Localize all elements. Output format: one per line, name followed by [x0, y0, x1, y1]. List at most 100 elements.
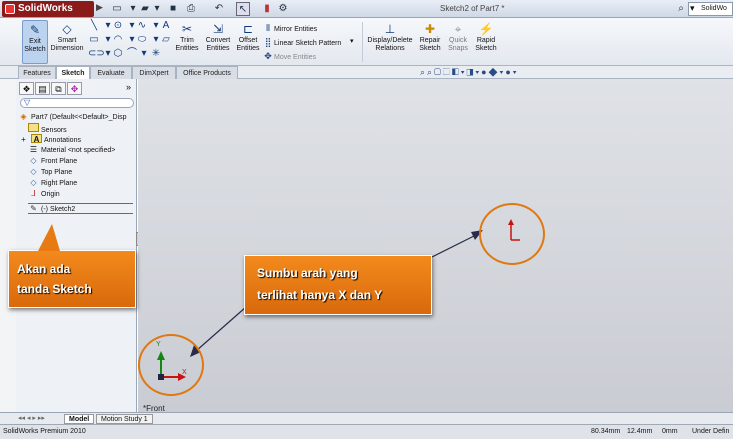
tree-item-annotations[interactable]: + A Annotations [18, 134, 81, 145]
tree-root-part[interactable]: ◈ Part7 (Default<<Default>_Disp [18, 112, 127, 123]
offset-icon: ⊏ [242, 22, 254, 36]
expand-icon[interactable]: + [18, 135, 29, 144]
annotations-icon: A [31, 134, 42, 144]
rapid-sketch-button[interactable]: ⚡ Rapid Sketch [474, 20, 498, 64]
status-sketch-state: Under Defin [692, 428, 730, 435]
tree-item-material[interactable]: ☰ Material <not specified> [28, 145, 115, 156]
rebuild-icon[interactable]: ▮ [260, 2, 274, 16]
display-delete-relations-button[interactable]: ⊥ Display/Delete Relations [366, 20, 414, 64]
offset-entities-button[interactable]: ⊏ Offset Entities [236, 20, 260, 64]
tab-model[interactable]: Model [64, 414, 95, 424]
select-icon[interactable]: ↖ [236, 2, 250, 16]
search-icon[interactable]: ⌕ [674, 2, 688, 16]
highlight-circle-origin [479, 203, 545, 265]
callout-text: terlihat hanya X dan Y [257, 288, 383, 302]
new-document-icon[interactable]: ▭ [110, 2, 124, 16]
filter-input[interactable]: ▽ [20, 98, 134, 108]
trim-entities-button[interactable]: ✂ Trim Entities [174, 20, 200, 64]
part-icon: ◈ [20, 112, 27, 121]
tab-scroll-arrows-icon[interactable]: ◂◂ ◂ ▸ ▸▸ [18, 414, 45, 422]
tree-item-right-plane[interactable]: ◇ Right Plane [28, 178, 77, 189]
callout-text: tanda Sketch [17, 282, 92, 296]
toolbar-divider [362, 22, 363, 62]
linear-sketch-pattern-button[interactable]: ⣿ Linear Sketch Pattern [262, 36, 342, 48]
mirror-entities-button[interactable]: ⫴ Mirror Entities [262, 22, 317, 34]
convert-entities-label: Convert Entities [205, 37, 231, 52]
arc-icon[interactable]: ◠ [112, 34, 124, 46]
tree-item-top-plane[interactable]: ◇ Top Plane [28, 167, 72, 178]
pattern-dropdown-icon[interactable]: ▾ [350, 36, 354, 48]
tree-item-sketch2[interactable]: ✎ (-) Sketch2 [28, 203, 133, 214]
bottom-tab-bar: ◂◂ ◂ ▸ ▸▸ Model Motion Study 1 [0, 412, 733, 424]
circle-icon[interactable]: ⊙ [112, 20, 124, 32]
undo-icon[interactable]: ↶ [212, 2, 226, 16]
move-entities-button[interactable]: ✥ Move Entities [262, 50, 316, 62]
tree-item-label: Origin [41, 191, 60, 198]
print-icon[interactable]: ⎙ [184, 2, 198, 16]
smart-dimension-icon: ◇ [62, 22, 72, 36]
spline-icon[interactable]: ∿ [136, 20, 148, 32]
property-manager-icon[interactable]: ▤ [35, 82, 50, 95]
fillet-dropdown-icon[interactable]: ▾ [138, 48, 150, 60]
smart-dimension-button[interactable]: ◇ Smart Dimension [50, 20, 84, 64]
save-icon[interactable]: ■ [166, 2, 180, 16]
tab-office-products[interactable]: Office Products [176, 66, 238, 79]
tree-item-label: Annotations [44, 137, 81, 144]
status-bar: SolidWorks Premium 2010 80.34mm 12.4mm 0… [0, 424, 733, 439]
callout-sketch-mark: Akan ada tanda Sketch [8, 250, 136, 308]
logo-text: SolidWorks [18, 3, 73, 14]
menu-arrow-icon[interactable]: ▶ [96, 2, 104, 16]
tree-item-label: Top Plane [41, 169, 73, 176]
feature-tree-icon[interactable]: ❖ [19, 82, 34, 95]
repair-icon: ✚ [424, 22, 436, 36]
feature-manager-tabs: ❖ ▤ ⧉ ✥ » [16, 82, 137, 96]
polygon-icon[interactable]: ⬡ [112, 48, 124, 60]
options-icon[interactable]: ⚙ [276, 2, 290, 16]
solidworks-logo[interactable]: SolidWorks [2, 1, 94, 17]
smart-dimension-label: Smart Dimension [50, 37, 84, 52]
sketch-tools-grid: ╲ ▾ ⊙ ▾ ∿ ▾ A ▭ ▾ ◠ ▾ ⬭ ▾ ▱ ⊂⊃ ▾ ⬡ ⌒ ▾ ✳ [88, 20, 172, 64]
offset-entities-label: Offset Entities [236, 37, 260, 52]
point-icon[interactable]: ✳ [150, 48, 162, 60]
document-title: Sketch2 of Part7 * [440, 4, 505, 13]
configuration-manager-icon[interactable]: ⧉ [51, 82, 66, 95]
tree-item-label: Material <not specified> [41, 147, 116, 154]
tree-item-label: Front Plane [41, 158, 78, 165]
tree-item-label: Right Plane [41, 180, 78, 187]
open-dropdown-icon[interactable]: ▾ [150, 2, 164, 16]
left-strip [0, 79, 16, 412]
expand-panel-icon[interactable]: » [126, 82, 131, 92]
convert-icon: ⇲ [212, 22, 224, 36]
search-input[interactable]: ▾ SolidWo [688, 2, 733, 16]
tab-evaluate[interactable]: Evaluate [90, 66, 132, 79]
tree-item-sensors[interactable]: Sensors [28, 123, 67, 134]
repair-sketch-button[interactable]: ✚ Repair Sketch [418, 20, 442, 64]
slot-icon[interactable]: ⊂⊃ [88, 48, 105, 60]
rectangle-icon[interactable]: ▭ [88, 34, 100, 46]
exit-sketch-button[interactable]: ✎ Exit Sketch [22, 20, 48, 64]
tab-dimxpert[interactable]: DimXpert [132, 66, 176, 79]
ellipse-icon[interactable]: ⬭ [136, 34, 148, 46]
tree-item-label: Sensors [41, 127, 67, 134]
text-sketch-icon[interactable]: A [160, 20, 172, 32]
callout-arrow-line [195, 306, 247, 352]
tab-features[interactable]: Features [18, 66, 56, 79]
linear-pattern-icon: ⣿ [264, 37, 272, 47]
convert-entities-button[interactable]: ⇲ Convert Entities [202, 20, 234, 64]
graphics-area[interactable]: X Y [138, 79, 733, 412]
tree-item-origin[interactable]: ⅃ Origin [28, 189, 60, 200]
line-icon[interactable]: ╲ [88, 20, 100, 32]
status-x-coordinate: 80.34mm [591, 428, 621, 435]
quick-snaps-button[interactable]: ⌖ Quick Snaps [446, 20, 470, 64]
callout-arrow-line [427, 233, 479, 260]
tab-motion-study[interactable]: Motion Study 1 [96, 414, 153, 424]
plane-icon: ◇ [30, 167, 37, 176]
quick-snaps-icon: ⌖ [454, 22, 462, 36]
relations-icon: ⊥ [384, 22, 396, 36]
plane-icon[interactable]: ▱ [160, 34, 172, 46]
tab-sketch[interactable]: Sketch [56, 66, 90, 79]
fillet-icon[interactable]: ⌒ [126, 48, 138, 60]
tree-root-label: Part7 (Default<<Default>_Disp [31, 114, 127, 121]
dimxpert-manager-icon[interactable]: ✥ [67, 82, 82, 95]
tree-item-front-plane[interactable]: ◇ Front Plane [28, 156, 77, 167]
